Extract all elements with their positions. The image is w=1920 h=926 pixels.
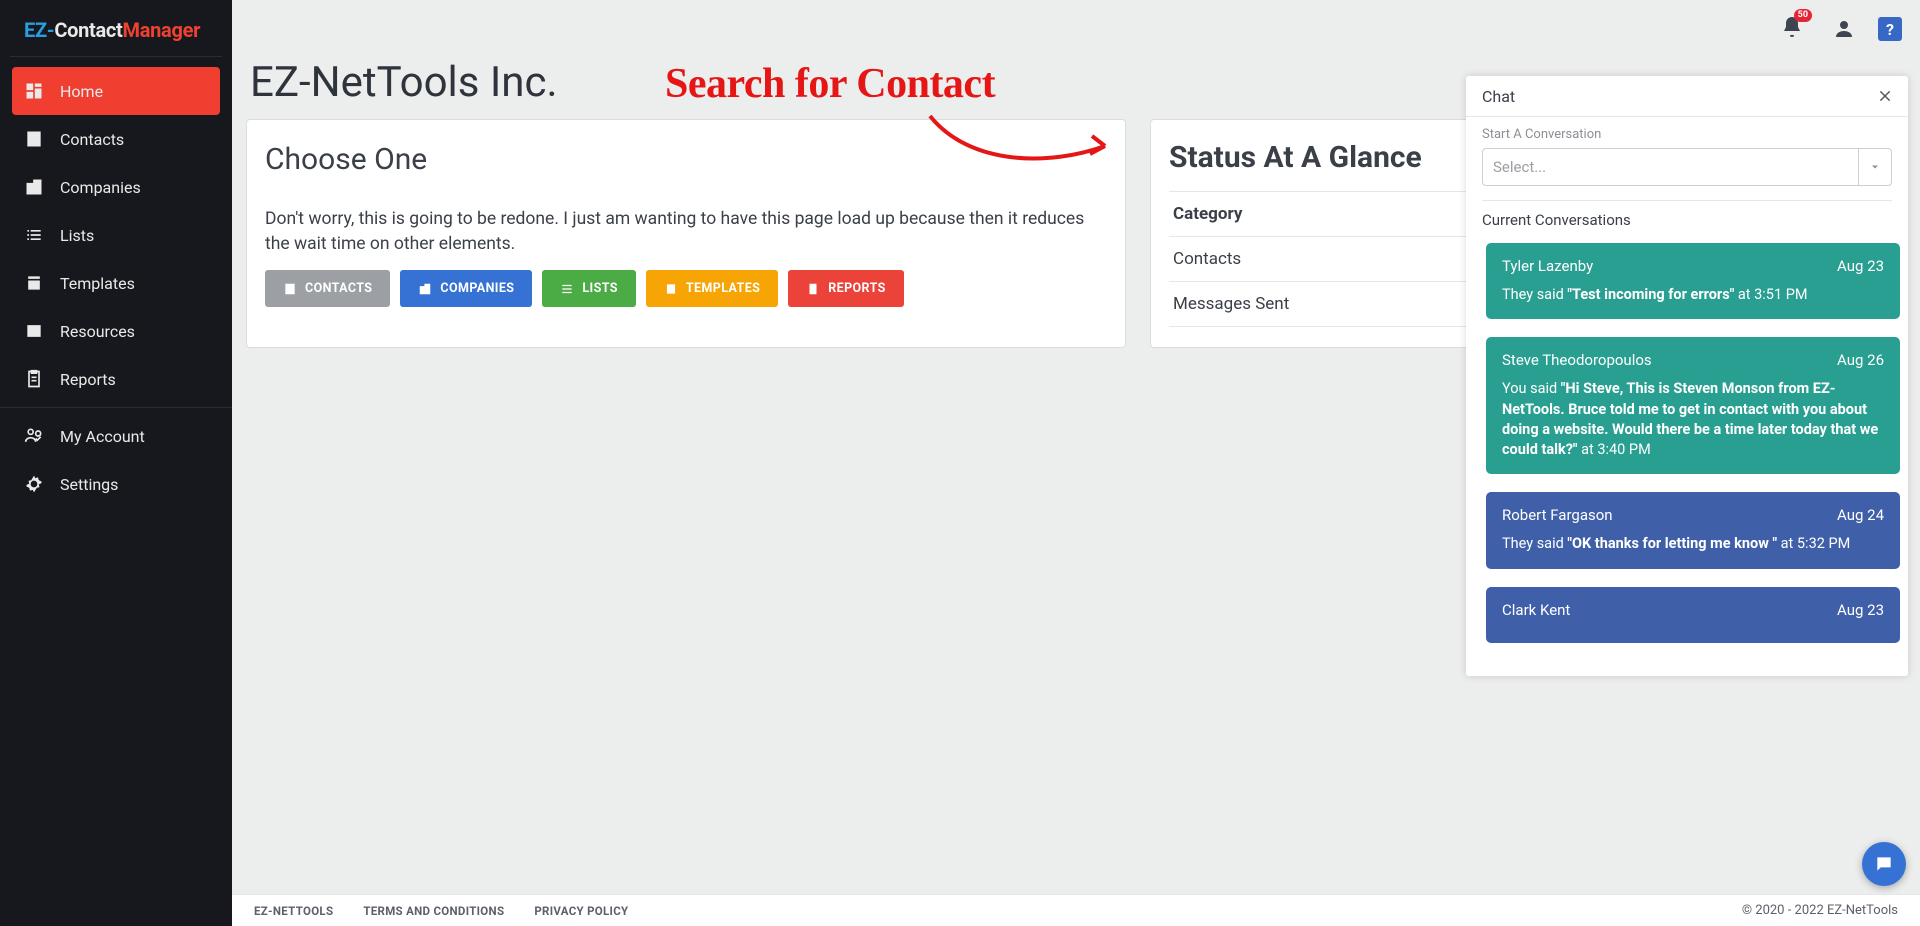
reports-icon [806,282,820,296]
reports-icon [24,369,44,389]
reports-button[interactable]: REPORTS [788,270,904,307]
chevron-down-icon [1858,149,1881,185]
conversation-item[interactable]: Tyler Lazenby Aug 23 They said "Test inco… [1486,243,1900,319]
button-label: COMPANIES [440,281,514,296]
companies-icon [24,177,44,197]
disclaimer-text: Don't worry, this is going to be redone.… [265,207,1107,256]
footer-links: EZ-NETTOOLS TERMS AND CONDITIONS PRIVACY… [254,904,628,918]
contacts-icon [24,129,44,149]
sidebar-item-label: Lists [60,226,94,245]
help-button[interactable]: ? [1878,17,1902,41]
chat-header: Chat [1466,76,1908,117]
chat-divider [1482,200,1892,201]
notification-badge: 50 [1794,9,1812,22]
sidebar-item-label: Companies [60,178,141,197]
conversation-item[interactable]: Robert Fargason Aug 24 They said "OK than… [1486,492,1900,568]
nav: Home Contacts Companies Lists Templates … [0,57,232,508]
contacts-button[interactable]: CONTACTS [265,270,390,307]
contact-select[interactable]: Select... [1482,148,1892,186]
user-icon[interactable] [1832,17,1856,41]
button-row: CONTACTS COMPANIES LISTS TEMPLATES REPOR… [265,270,1107,307]
lists-button[interactable]: LISTS [542,270,635,307]
sidebar: EZ-ContactManager Home Contacts Companie… [0,0,232,926]
conversation-name: Robert Fargason [1502,506,1613,524]
sidebar-item-label: Contacts [60,130,124,149]
nav-separator [0,407,232,408]
sidebar-item-settings[interactable]: Settings [12,460,220,508]
sidebar-item-label: Resources [60,322,135,341]
templates-icon [24,273,44,293]
chat-start-section: Start A Conversation Select... [1466,117,1908,186]
contacts-icon [283,282,297,296]
companies-icon [418,282,432,296]
annotation-label: Search for Contact [665,60,995,108]
sidebar-item-home[interactable]: Home [12,67,220,115]
dashboard-icon [24,81,44,101]
templates-icon [664,282,678,296]
conversation-date: Aug 23 [1837,257,1884,275]
brand-contact: Contact [54,18,122,42]
resources-icon [24,321,44,341]
chat-icon [1874,854,1894,874]
sidebar-item-templates[interactable]: Templates [12,259,220,307]
conversation-date: Aug 23 [1837,601,1884,619]
sidebar-item-label: My Account [60,427,145,446]
chat-title: Chat [1482,87,1515,106]
conversation-preview: You said "Hi Steve, This is Steven Monso… [1502,379,1884,460]
lists-icon [560,282,574,296]
current-conversations-label: Current Conversations [1466,211,1908,237]
conversation-preview: They said "OK thanks for letting me know… [1502,534,1884,554]
conversation-date: Aug 24 [1837,506,1884,524]
sidebar-item-label: Reports [60,370,116,389]
sidebar-item-reports[interactable]: Reports [12,355,220,403]
button-label: CONTACTS [305,281,372,296]
conversation-preview: They said "Test incoming for errors" at … [1502,285,1884,305]
sidebar-item-label: Settings [60,475,118,494]
select-placeholder: Select... [1493,158,1546,176]
footer-link[interactable]: TERMS AND CONDITIONS [363,904,504,918]
notifications-button[interactable]: 50 [1780,15,1804,43]
conversation-name: Tyler Lazenby [1502,257,1593,275]
sidebar-item-resources[interactable]: Resources [12,307,220,355]
account-icon [24,426,44,446]
brand-manager: Manager [123,18,201,42]
chat-panel: Chat Start A Conversation Select... Curr… [1466,76,1908,676]
footer-copyright: © 2020 - 2022 EZ-NetTools [1742,903,1898,918]
chat-fab[interactable] [1862,842,1906,886]
sidebar-item-lists[interactable]: Lists [12,211,220,259]
footer-link[interactable]: PRIVACY POLICY [534,904,628,918]
footer-link[interactable]: EZ-NETTOOLS [254,904,333,918]
sidebar-item-myaccount[interactable]: My Account [12,412,220,460]
brand-logo[interactable]: EZ-ContactManager [10,0,222,57]
conversation-name: Steve Theodoropoulos [1502,351,1652,369]
sidebar-item-label: Home [60,82,103,101]
sidebar-item-contacts[interactable]: Contacts [12,115,220,163]
button-label: REPORTS [828,281,886,296]
companies-button[interactable]: COMPANIES [400,270,532,307]
gear-icon [24,474,44,494]
conversation-item[interactable]: Clark Kent Aug 23 [1486,587,1900,643]
close-icon [1878,89,1892,103]
chat-close-button[interactable] [1878,86,1892,106]
button-label: LISTS [582,281,617,296]
footer: EZ-NETTOOLS TERMS AND CONDITIONS PRIVACY… [232,894,1920,926]
sidebar-item-label: Templates [60,274,135,293]
conversation-date: Aug 26 [1837,351,1884,369]
start-conversation-label: Start A Conversation [1482,127,1892,142]
lists-icon [24,225,44,245]
topbar: 50 ? [232,0,1920,58]
brand-ez: EZ- [24,18,54,42]
conversation-name: Clark Kent [1502,601,1570,619]
sidebar-item-companies[interactable]: Companies [12,163,220,211]
annotation-arrow-icon [920,106,1120,176]
button-label: TEMPLATES [686,281,760,296]
conversations-scroll[interactable]: Tyler Lazenby Aug 23 They said "Test inco… [1466,237,1908,676]
templates-button[interactable]: TEMPLATES [646,270,778,307]
conversation-item[interactable]: Steve Theodoropoulos Aug 26 You said "Hi … [1486,337,1900,474]
